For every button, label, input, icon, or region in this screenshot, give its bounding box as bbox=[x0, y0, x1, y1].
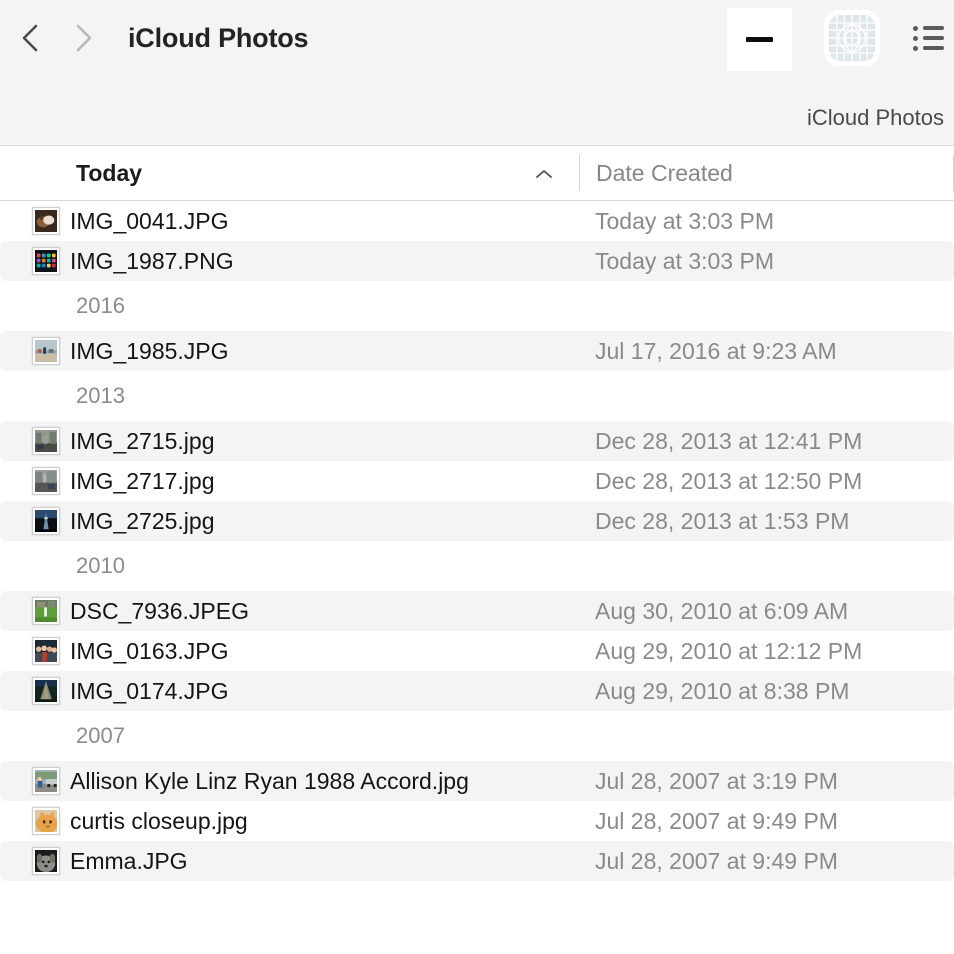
file-name-label: IMG_0163.JPG bbox=[70, 638, 229, 665]
file-date-cell: Jul 28, 2007 at 3:19 PM bbox=[579, 768, 954, 795]
chevron-right-icon[interactable] bbox=[70, 21, 96, 55]
group-header-label: 2010 bbox=[76, 553, 125, 579]
column-header-date[interactable]: Date Created bbox=[580, 146, 954, 200]
column-header-name[interactable]: Today bbox=[0, 146, 579, 200]
list-view-button[interactable] bbox=[906, 16, 950, 60]
table-row[interactable]: Allison Kyle Linz Ryan 1988 Accord.jpg Ju… bbox=[0, 761, 954, 801]
file-name-label: IMG_1987.PNG bbox=[70, 248, 234, 275]
thumb-orange-cat-icon bbox=[32, 807, 60, 835]
file-name-label: IMG_1985.JPG bbox=[70, 338, 229, 365]
file-date-cell: Today at 3:03 PM bbox=[579, 248, 954, 275]
table-row[interactable]: IMG_1985.JPG Jul 17, 2016 at 9:23 AM bbox=[0, 331, 954, 371]
group-header: 2007 bbox=[0, 711, 954, 761]
file-name-label: IMG_2725.jpg bbox=[70, 508, 214, 535]
finder-window: iCloud Photos bbox=[0, 0, 954, 954]
thumb-dog-icon bbox=[32, 847, 60, 875]
table-row[interactable]: Emma.JPG Jul 28, 2007 at 9:49 PM bbox=[0, 841, 954, 881]
group-header: 2016 bbox=[0, 281, 954, 331]
thumb-field-green-icon bbox=[32, 597, 60, 625]
column-header-date-label: Date Created bbox=[596, 160, 733, 187]
table-row[interactable]: IMG_0163.JPG Aug 29, 2010 at 12:12 PM bbox=[0, 631, 954, 671]
list-line bbox=[923, 36, 944, 40]
file-date-cell: Jul 17, 2016 at 9:23 AM bbox=[579, 338, 954, 365]
globe-icon bbox=[829, 15, 875, 61]
column-header-name-label: Today bbox=[76, 160, 142, 187]
path-bar-label[interactable]: iCloud Photos bbox=[807, 105, 944, 131]
file-date-cell: Jul 28, 2007 at 9:49 PM bbox=[579, 848, 954, 875]
thumb-street-2-icon bbox=[32, 467, 60, 495]
file-name-cell[interactable]: DSC_7936.JPEG bbox=[0, 591, 579, 631]
file-date-cell: Aug 30, 2010 at 6:09 AM bbox=[579, 598, 954, 625]
navigation-buttons bbox=[18, 21, 96, 55]
file-date-cell: Jul 28, 2007 at 9:49 PM bbox=[579, 808, 954, 835]
table-row[interactable]: IMG_2725.jpg Dec 28, 2013 at 1:53 PM bbox=[0, 501, 954, 541]
file-date-cell: Dec 28, 2013 at 1:53 PM bbox=[579, 508, 954, 535]
table-row[interactable]: IMG_0041.JPG Today at 3:03 PM bbox=[0, 201, 954, 241]
chevron-left-icon[interactable] bbox=[18, 21, 44, 55]
group-header-label: 2013 bbox=[76, 383, 125, 409]
list-view-icon bbox=[913, 26, 944, 51]
table-row[interactable]: IMG_0174.JPG Aug 29, 2010 at 8:38 PM bbox=[0, 671, 954, 711]
file-name-label: curtis closeup.jpg bbox=[70, 808, 248, 835]
file-name-label: IMG_0174.JPG bbox=[70, 678, 229, 705]
thumb-group-people-icon bbox=[32, 637, 60, 665]
file-name-cell[interactable]: IMG_2717.jpg bbox=[0, 461, 579, 501]
column-header-row: Today Date Created bbox=[0, 146, 954, 201]
minimize-dash-icon bbox=[746, 37, 773, 42]
file-name-cell[interactable]: IMG_2725.jpg bbox=[0, 501, 579, 541]
table-row[interactable]: IMG_1987.PNG Today at 3:03 PM bbox=[0, 241, 954, 281]
table-row[interactable]: DSC_7936.JPEG Aug 30, 2010 at 6:09 AM bbox=[0, 591, 954, 631]
list-icon-row bbox=[913, 26, 944, 31]
toolbar: iCloud Photos bbox=[0, 0, 954, 76]
file-date-cell: Dec 28, 2013 at 12:50 PM bbox=[579, 468, 954, 495]
file-date-cell: Dec 28, 2013 at 12:41 PM bbox=[579, 428, 954, 455]
file-name-cell[interactable]: IMG_0174.JPG bbox=[0, 671, 579, 711]
minimize-button[interactable] bbox=[727, 8, 792, 71]
list-line bbox=[923, 26, 944, 30]
window-title: iCloud Photos bbox=[128, 23, 308, 54]
thumb-phone-homescreen-icon bbox=[32, 247, 60, 275]
table-row[interactable]: IMG_2715.jpg Dec 28, 2013 at 12:41 PM bbox=[0, 421, 954, 461]
list-icon-row bbox=[913, 36, 944, 41]
file-name-cell[interactable]: IMG_0041.JPG bbox=[0, 201, 579, 241]
path-bar: iCloud Photos bbox=[0, 76, 954, 146]
thumb-street-icon bbox=[32, 427, 60, 455]
group-header-label: 2007 bbox=[76, 723, 125, 749]
file-name-cell[interactable]: curtis closeup.jpg bbox=[0, 801, 579, 841]
thumb-tower-night-icon bbox=[32, 507, 60, 535]
thumb-people-car-icon bbox=[32, 767, 60, 795]
group-header: 2013 bbox=[0, 371, 954, 421]
file-name-label: IMG_0041.JPG bbox=[70, 208, 229, 235]
thumb-beach-icon bbox=[32, 337, 60, 365]
table-row[interactable]: IMG_2717.jpg Dec 28, 2013 at 12:50 PM bbox=[0, 461, 954, 501]
file-name-label: DSC_7936.JPEG bbox=[70, 598, 249, 625]
thumb-temple-icon bbox=[32, 677, 60, 705]
table-row[interactable]: curtis closeup.jpg Jul 28, 2007 at 9:49 P… bbox=[0, 801, 954, 841]
list-icon-row bbox=[913, 46, 944, 51]
file-date-cell: Aug 29, 2010 at 12:12 PM bbox=[579, 638, 954, 665]
chevron-up-icon bbox=[535, 167, 553, 179]
file-name-label: Allison Kyle Linz Ryan 1988 Accord.jpg bbox=[70, 768, 469, 795]
list-line bbox=[923, 46, 944, 50]
file-name-label: IMG_2717.jpg bbox=[70, 468, 214, 495]
file-date-cell: Today at 3:03 PM bbox=[579, 208, 954, 235]
group-header-label: 2016 bbox=[76, 293, 125, 319]
file-name-cell[interactable]: IMG_0163.JPG bbox=[0, 631, 579, 671]
icloud-globe-button[interactable] bbox=[824, 10, 880, 66]
thumb-brown-animal-icon bbox=[32, 207, 60, 235]
file-name-cell[interactable]: Allison Kyle Linz Ryan 1988 Accord.jpg bbox=[0, 761, 579, 801]
file-name-cell[interactable]: IMG_2715.jpg bbox=[0, 421, 579, 461]
file-name-cell[interactable]: Emma.JPG bbox=[0, 841, 579, 881]
file-name-cell[interactable]: IMG_1985.JPG bbox=[0, 331, 579, 371]
file-name-label: Emma.JPG bbox=[70, 848, 188, 875]
list-bullet bbox=[913, 36, 918, 41]
file-name-label: IMG_2715.jpg bbox=[70, 428, 214, 455]
group-header: 2010 bbox=[0, 541, 954, 591]
file-list[interactable]: IMG_0041.JPGToday at 3:03 PMIMG_1987.PNG… bbox=[0, 201, 954, 954]
toolbar-right-group bbox=[727, 0, 954, 76]
file-date-cell: Aug 29, 2010 at 8:38 PM bbox=[579, 678, 954, 705]
file-name-cell[interactable]: IMG_1987.PNG bbox=[0, 241, 579, 281]
list-bullet bbox=[913, 26, 918, 31]
list-bullet bbox=[913, 46, 918, 51]
